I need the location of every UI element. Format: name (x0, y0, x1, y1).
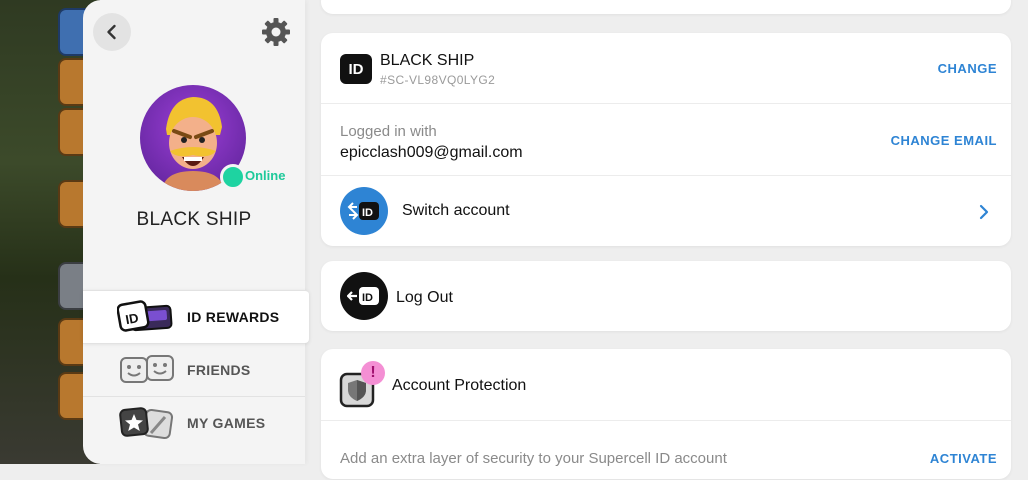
login-email: epicclash009@gmail.com (340, 144, 523, 161)
sidebar-menu: ID ID REWARDS FRIENDS MY GAMES (83, 290, 309, 449)
sidebar-item-label: FRIENDS (187, 362, 251, 378)
online-status-label: Online (245, 168, 286, 183)
sidebar-item-friends[interactable]: FRIENDS (83, 343, 305, 396)
account-protection-body: Add an extra layer of security to your S… (321, 421, 1011, 480)
change-email-button[interactable]: CHANGE EMAIL (891, 133, 997, 148)
account-tag: #SC-VL98VQ0LYG2 (380, 73, 496, 87)
login-email-row: Logged in with epicclash009@gmail.com CH… (321, 104, 1011, 176)
friends-icon (120, 355, 174, 383)
top-partial-card (321, 0, 1011, 14)
account-protection-header: ! Account Protection (321, 349, 1011, 421)
svg-text:ID: ID (362, 292, 373, 304)
sidebar-item-my-games[interactable]: MY GAMES (83, 396, 305, 449)
profile-sidebar: Online BLACK SHIP ID ID REWARDS FRIENDS (83, 0, 309, 464)
my-games-icon (119, 407, 174, 440)
account-card: ID BLACK SHIP #SC-VL98VQ0LYG2 CHANGE Log… (321, 33, 1011, 246)
back-button[interactable] (93, 13, 131, 51)
login-caption: Logged in with (340, 123, 437, 140)
change-id-button[interactable]: CHANGE (938, 61, 997, 76)
sidebar-item-id-rewards[interactable]: ID ID REWARDS (83, 290, 309, 343)
logout-label: Log Out (396, 289, 453, 306)
id-rewards-icon: ID (117, 300, 173, 332)
alert-badge: ! (361, 361, 385, 385)
account-protection-description: Add an extra layer of security to your S… (340, 450, 727, 467)
account-id-row: ID BLACK SHIP #SC-VL98VQ0LYG2 CHANGE (321, 33, 1011, 104)
settings-button[interactable] (257, 13, 295, 51)
account-protection-title: Account Protection (392, 377, 527, 394)
switch-account-icon: ID (340, 187, 388, 235)
sidebar-item-label: ID REWARDS (187, 309, 280, 325)
switch-account-row[interactable]: ID Switch account (321, 176, 1011, 246)
svg-text:ID: ID (124, 310, 139, 327)
account-protection-card: ! Account Protection Add an extra layer … (321, 349, 1011, 479)
back-arrow-icon (107, 24, 116, 40)
switch-account-label: Switch account (402, 202, 510, 219)
player-name: BLACK SHIP (136, 209, 252, 230)
gear-icon (262, 18, 290, 46)
online-status-dot (220, 164, 246, 190)
account-name: BLACK SHIP (380, 52, 475, 69)
chevron-right-icon (979, 204, 989, 220)
svg-text:ID: ID (362, 207, 373, 219)
sidebar-item-label: MY GAMES (187, 415, 266, 431)
id-icon: ID (340, 54, 372, 84)
logout-icon: ID (340, 272, 388, 320)
logout-card[interactable]: ID Log Out (321, 261, 1011, 331)
